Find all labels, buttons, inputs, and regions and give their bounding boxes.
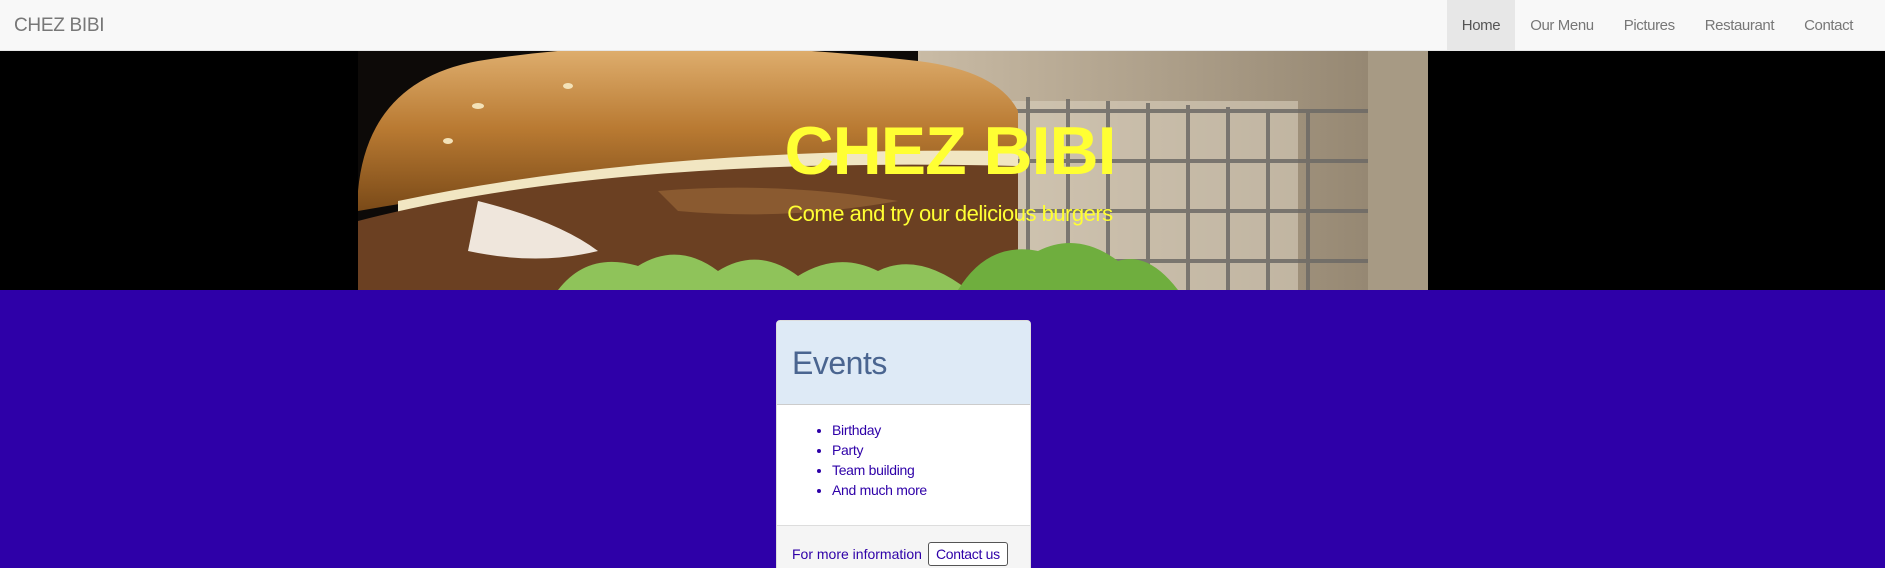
navbar-brand[interactable]: CHEZ BIBI [14, 0, 105, 51]
events-panel-heading: Events [777, 321, 1030, 405]
nav-menu: Home Our Menu Pictures Restaurant Contac… [1446, 0, 1868, 51]
list-item: Birthday [832, 420, 1015, 440]
nav-item-pictures[interactable]: Pictures [1609, 0, 1690, 51]
nav-item-restaurant[interactable]: Restaurant [1690, 0, 1789, 51]
events-panel-footer: For more information Contact us [777, 525, 1030, 568]
events-title: Events [792, 345, 887, 381]
hero-subtitle: Come and try our delicious burgers [787, 201, 1113, 226]
events-list: Birthday Party Team building And much mo… [792, 420, 1015, 500]
events-panel-body: Birthday Party Team building And much mo… [777, 405, 1030, 525]
nav-item-our-menu[interactable]: Our Menu [1515, 0, 1609, 51]
events-panel: Events Birthday Party Team building And … [776, 320, 1031, 568]
nav-item-home[interactable]: Home [1446, 0, 1516, 51]
hero-title: CHEZ BIBI [784, 113, 1117, 189]
footer-info-text: For more information [792, 545, 922, 562]
contact-us-button[interactable]: Contact us [927, 541, 1008, 566]
hero-banner: CHEZ BIBI Come and try our delicious bur… [0, 51, 1885, 290]
list-item: Team building [832, 460, 1015, 480]
nav-item-contact[interactable]: Contact [1789, 0, 1868, 51]
list-item: And much more [832, 480, 1015, 500]
navbar: CHEZ BIBI Home Our Menu Pictures Restaur… [0, 0, 1885, 51]
list-item: Party [832, 440, 1015, 460]
